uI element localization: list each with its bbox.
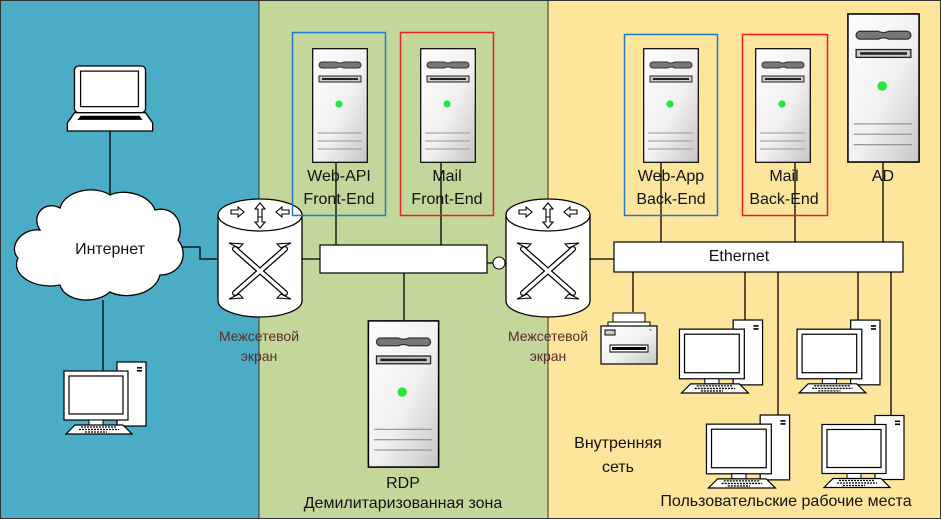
web-api-label: Web-API [307, 168, 371, 185]
server-icon [755, 48, 811, 163]
rdp-label: RDP [386, 475, 420, 492]
dmz-zone-label: Демилитаризованная зона [304, 495, 503, 512]
server-icon [367, 320, 440, 468]
dmz-switch-bar [319, 244, 488, 274]
firewall-label: экран [530, 348, 567, 364]
firewall-label: экран [241, 348, 278, 364]
firewall-label: Межсетевой [508, 328, 588, 344]
server-icon [312, 48, 368, 163]
mail-front-label: Front-End [411, 191, 482, 208]
mail-front-label: Mail [432, 168, 461, 185]
internal-zone-label: сеть [602, 459, 634, 476]
cloud-label: Интернет [75, 241, 145, 258]
internal-zone-label: Внутренняя [574, 435, 662, 452]
firewall-label: Межсетевой [219, 328, 299, 344]
firewall-icon [506, 199, 590, 317]
web-api-label: Front-End [303, 191, 374, 208]
network-diagram: Интернет Межсетевой экран Web-API Front-… [0, 0, 941, 519]
ethernet-label: Ethernet [709, 248, 770, 265]
mail-back-label: Mail [769, 168, 798, 185]
web-app-label: Web-App [638, 168, 705, 185]
connector-icon [492, 256, 506, 270]
workstations-label: Пользовательские рабочие места [660, 493, 911, 510]
web-app-label: Back-End [636, 191, 705, 208]
mail-back-label: Back-End [749, 191, 818, 208]
server-icon [420, 48, 476, 163]
server-icon [643, 48, 699, 163]
server-icon [847, 13, 920, 163]
ad-label: AD [872, 168, 894, 185]
laptop-icon [66, 65, 154, 132]
firewall-icon [218, 199, 302, 317]
